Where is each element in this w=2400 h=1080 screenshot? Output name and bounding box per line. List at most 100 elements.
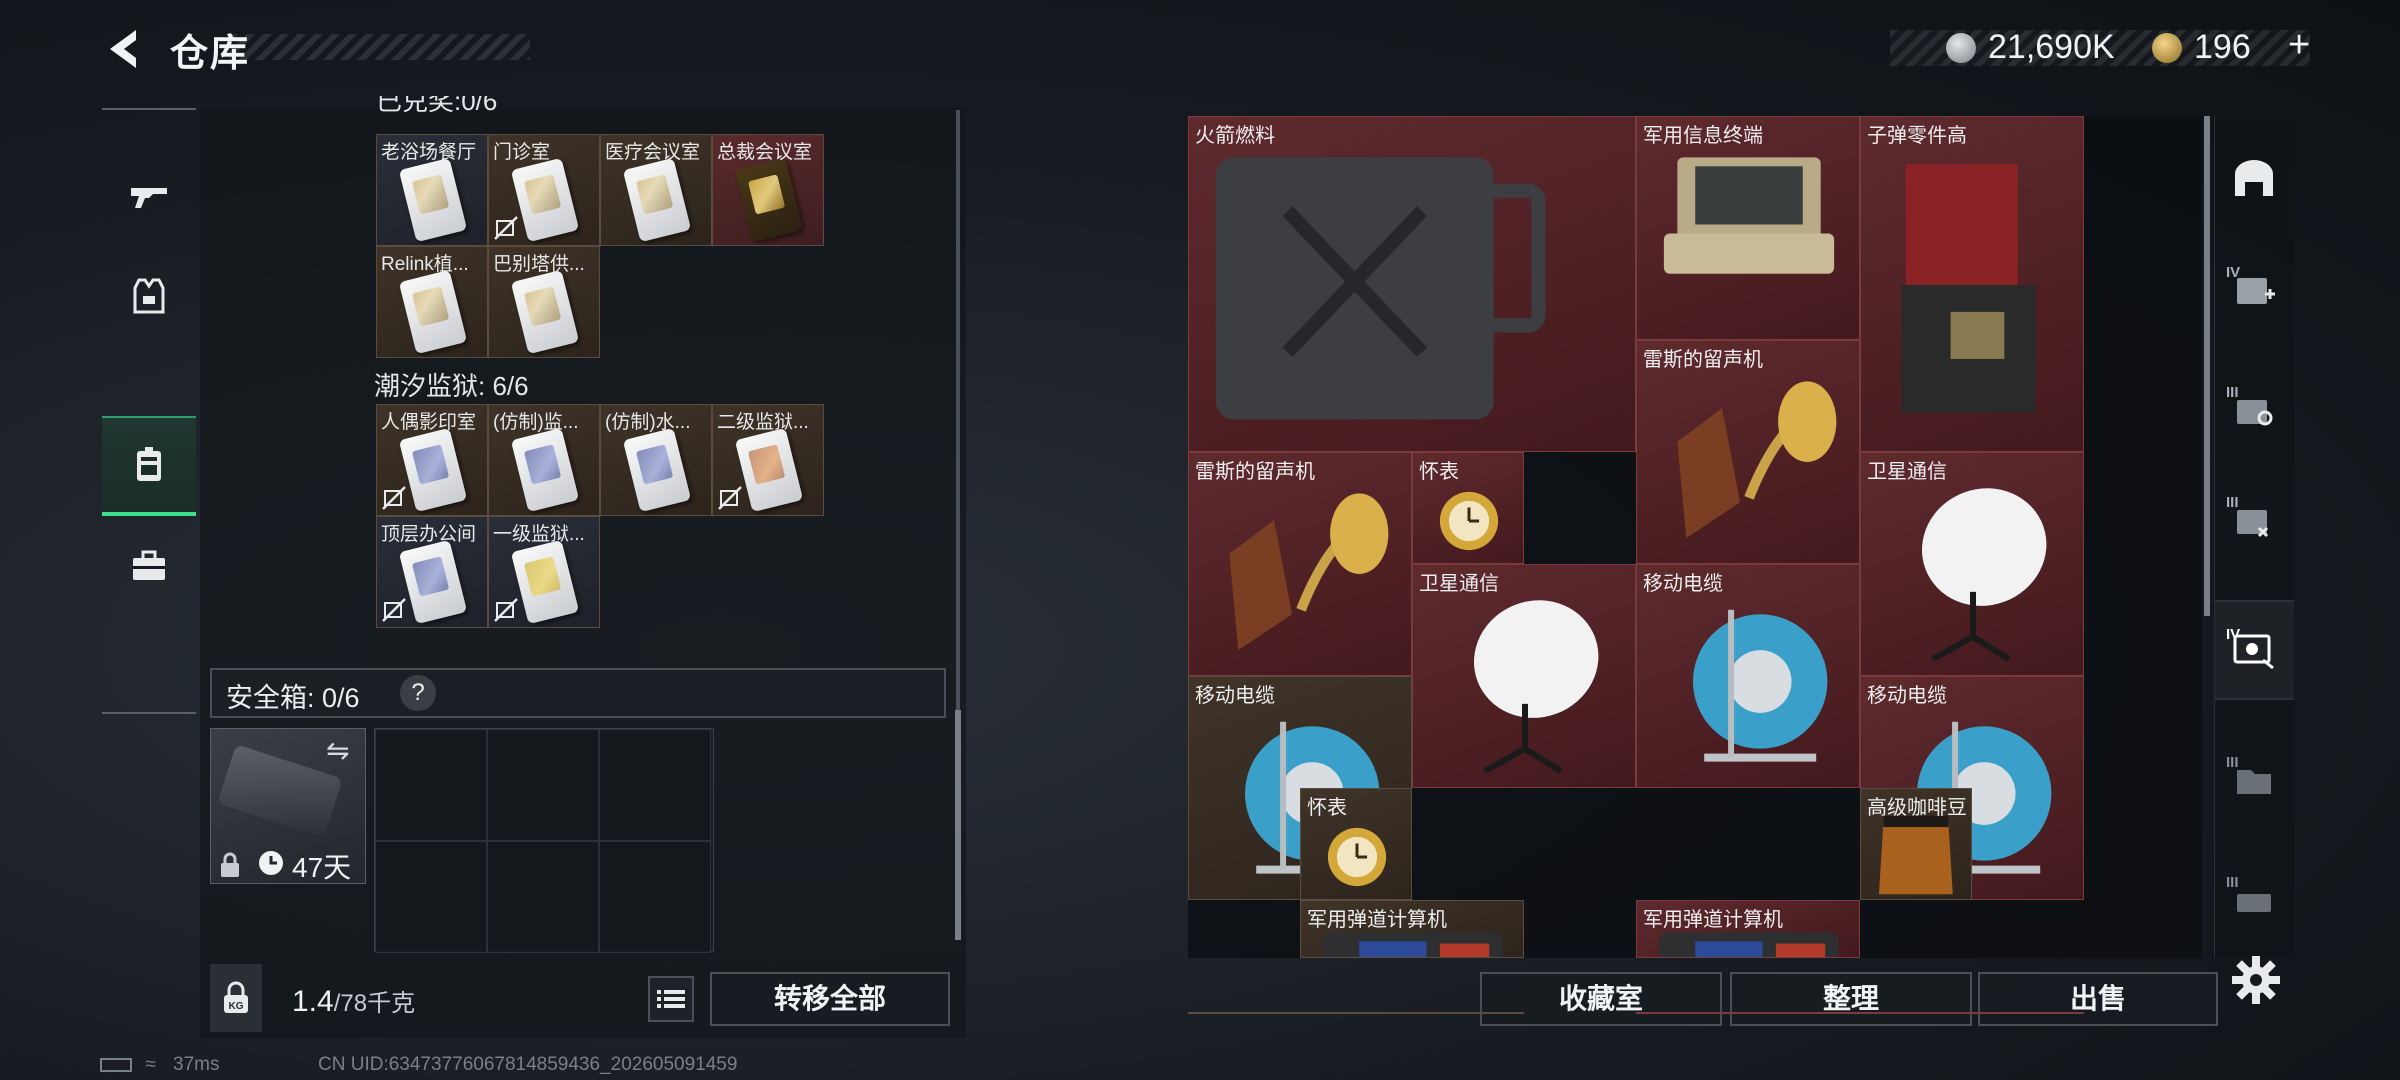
battery-icon	[100, 1057, 132, 1072]
keycard-label: 门诊室	[493, 142, 551, 163]
warehouse-item[interactable]: 怀表	[1300, 788, 1412, 900]
keycard-label: Relink植...	[381, 254, 469, 275]
warehouse-item[interactable]: 高级咖啡豆	[1636, 1012, 1860, 1014]
safebox-help-button[interactable]: ?	[400, 675, 436, 711]
rail-tier-label: III	[2226, 754, 2239, 771]
item-label: 子弹零件高	[1867, 125, 1967, 147]
item-label: 移动电缆	[1643, 573, 1723, 595]
keycard-icon	[398, 427, 468, 513]
left-scrollbar-thumb[interactable]	[955, 710, 961, 940]
safebox-slot[interactable]	[599, 729, 711, 841]
keycard-icon	[622, 427, 692, 513]
item-label: 军用信息终端	[1643, 125, 1763, 147]
item-label: 雷斯的留声机	[1195, 461, 1315, 483]
item-label: 卫星通信	[1419, 573, 1499, 595]
keycard-slot[interactable]: 总裁会议室	[712, 134, 824, 246]
clock-icon	[259, 851, 283, 875]
safebox-slot[interactable]	[599, 841, 711, 953]
keycard-label: 二级监狱...	[717, 412, 809, 433]
keycard-slot[interactable]: 医疗会议室	[600, 134, 712, 246]
keycard-icon	[510, 157, 580, 243]
item-label: 怀表	[1307, 797, 1347, 819]
section1-title: 已兑奖:0/6	[376, 96, 498, 116]
safebox-slot[interactable]	[375, 841, 487, 953]
rail-filter-tier-iii-a[interactable]: III	[2214, 360, 2294, 460]
section2-title: 潮汐监狱: 6/6	[374, 371, 529, 401]
satellite-dish-icon	[1921, 488, 2047, 662]
rail-filter-tier-iv-medical[interactable]: IV	[2214, 240, 2294, 340]
warehouse-item[interactable]: 卫星通信	[1412, 564, 1636, 788]
list-view-button[interactable]	[648, 976, 694, 1022]
warehouse-item[interactable]: 军用信息终端	[1636, 116, 1860, 340]
nav-armor[interactable]	[102, 246, 196, 346]
keycard-slot[interactable]: 老浴场餐厅	[376, 134, 488, 246]
warehouse-item[interactable]: 军用弹道计算机	[1636, 900, 1860, 958]
warehouse-item[interactable]: 卫星通信	[1860, 452, 2084, 676]
keycard-label: 巴别塔供...	[493, 254, 585, 275]
weight-readout: 1.4/78千克	[292, 983, 415, 1019]
warehouse-item[interactable]: 火箭燃料	[1188, 116, 1636, 452]
right-scrollbar[interactable]	[2204, 116, 2210, 616]
keycard-icon	[734, 157, 804, 243]
keycard-slot[interactable]: 顶层办公间	[376, 516, 488, 628]
rail-filter-tier-iii-c[interactable]: III	[2214, 850, 2294, 950]
transfer-all-button[interactable]: 转移全部	[710, 972, 950, 1026]
keycard-icon	[734, 427, 804, 513]
keycard-slot[interactable]: 巴别塔供...	[488, 246, 600, 358]
back-arrow-icon[interactable]	[100, 24, 150, 74]
sort-button[interactable]: 整理	[1730, 972, 1972, 1026]
warehouse-item[interactable]: 子弹零件高	[1860, 116, 2084, 452]
keycard-slot[interactable]: (仿制)监...	[488, 404, 600, 516]
warehouse-item[interactable]: 雷斯的留声机	[1636, 340, 1860, 564]
ping-value: 37ms	[173, 1054, 220, 1075]
sell-button[interactable]: 出售	[1978, 972, 2218, 1026]
no-trade-icon	[494, 216, 518, 240]
weight-lock-button[interactable]: KG	[210, 964, 262, 1032]
nav-weapons[interactable]	[102, 146, 196, 246]
no-trade-icon	[494, 598, 518, 622]
safebox-slot[interactable]	[375, 729, 487, 841]
warehouse-item[interactable]: 怀表	[1412, 452, 1524, 564]
keycard-icon	[622, 157, 692, 243]
keycard-holder-icon	[137, 447, 161, 481]
weight-lock-icon: KG	[224, 981, 248, 1013]
keycard-label: 医疗会议室	[605, 142, 701, 163]
keycard-slot[interactable]: 二级监狱...	[712, 404, 824, 516]
safebox-slot[interactable]	[487, 729, 599, 841]
item-label: 怀表	[1419, 461, 1459, 483]
collection-room-button[interactable]: 收藏室	[1480, 972, 1722, 1026]
add-gold-button[interactable]: +	[2288, 24, 2310, 67]
rail-filter-collectibles[interactable]: IV	[2214, 600, 2294, 700]
keycard-slot[interactable]: (仿制)水...	[600, 404, 712, 516]
gold-coin-icon	[2152, 33, 2182, 63]
warehouse-item[interactable]: 高级咖啡豆	[1860, 1012, 2084, 1014]
rail-filter-tier-iii-b[interactable]: III	[2214, 470, 2294, 570]
warehouse-item[interactable]: 高级咖啡豆	[1860, 788, 1972, 900]
keycard-label: 一级监狱...	[493, 524, 585, 545]
warehouse-item[interactable]: 军用弹道计算机	[1300, 900, 1524, 958]
no-trade-icon	[718, 486, 742, 510]
rail-filter-all[interactable]	[2214, 128, 2294, 228]
left-scrollbar-track[interactable]	[956, 110, 960, 710]
keycard-icon	[510, 539, 580, 625]
keycard-slot[interactable]: 人偶影印室	[376, 404, 488, 516]
keycard-label: 顶层办公间	[381, 524, 477, 545]
keycard-icon	[510, 427, 580, 513]
warehouse-item[interactable]: 手弩	[1300, 1012, 1524, 1014]
keycard-slot[interactable]: 门诊室	[488, 134, 600, 246]
warehouse-item[interactable]: 雷斯的留声机	[1188, 452, 1412, 676]
keycard-slot[interactable]: 一级监狱...	[488, 516, 600, 628]
left-nav	[102, 108, 196, 714]
storage-arch-icon	[2235, 160, 2273, 196]
keycard-slot[interactable]: Relink植...	[376, 246, 488, 358]
nav-equipment[interactable]	[102, 516, 196, 616]
safebox-slot[interactable]	[487, 841, 599, 953]
nav-keys[interactable]	[102, 416, 196, 516]
rail-tier-label: IV	[2226, 264, 2241, 281]
swap-case-icon[interactable]: ⇋	[326, 734, 349, 767]
warehouse-item[interactable]: 移动电缆	[1636, 564, 1860, 788]
rail-filter-tier-iv-folder[interactable]: III	[2214, 730, 2294, 830]
settings-gear-icon[interactable]	[2228, 952, 2284, 1008]
title-decoration-stripe	[230, 34, 530, 60]
keycard-icon	[510, 269, 580, 355]
